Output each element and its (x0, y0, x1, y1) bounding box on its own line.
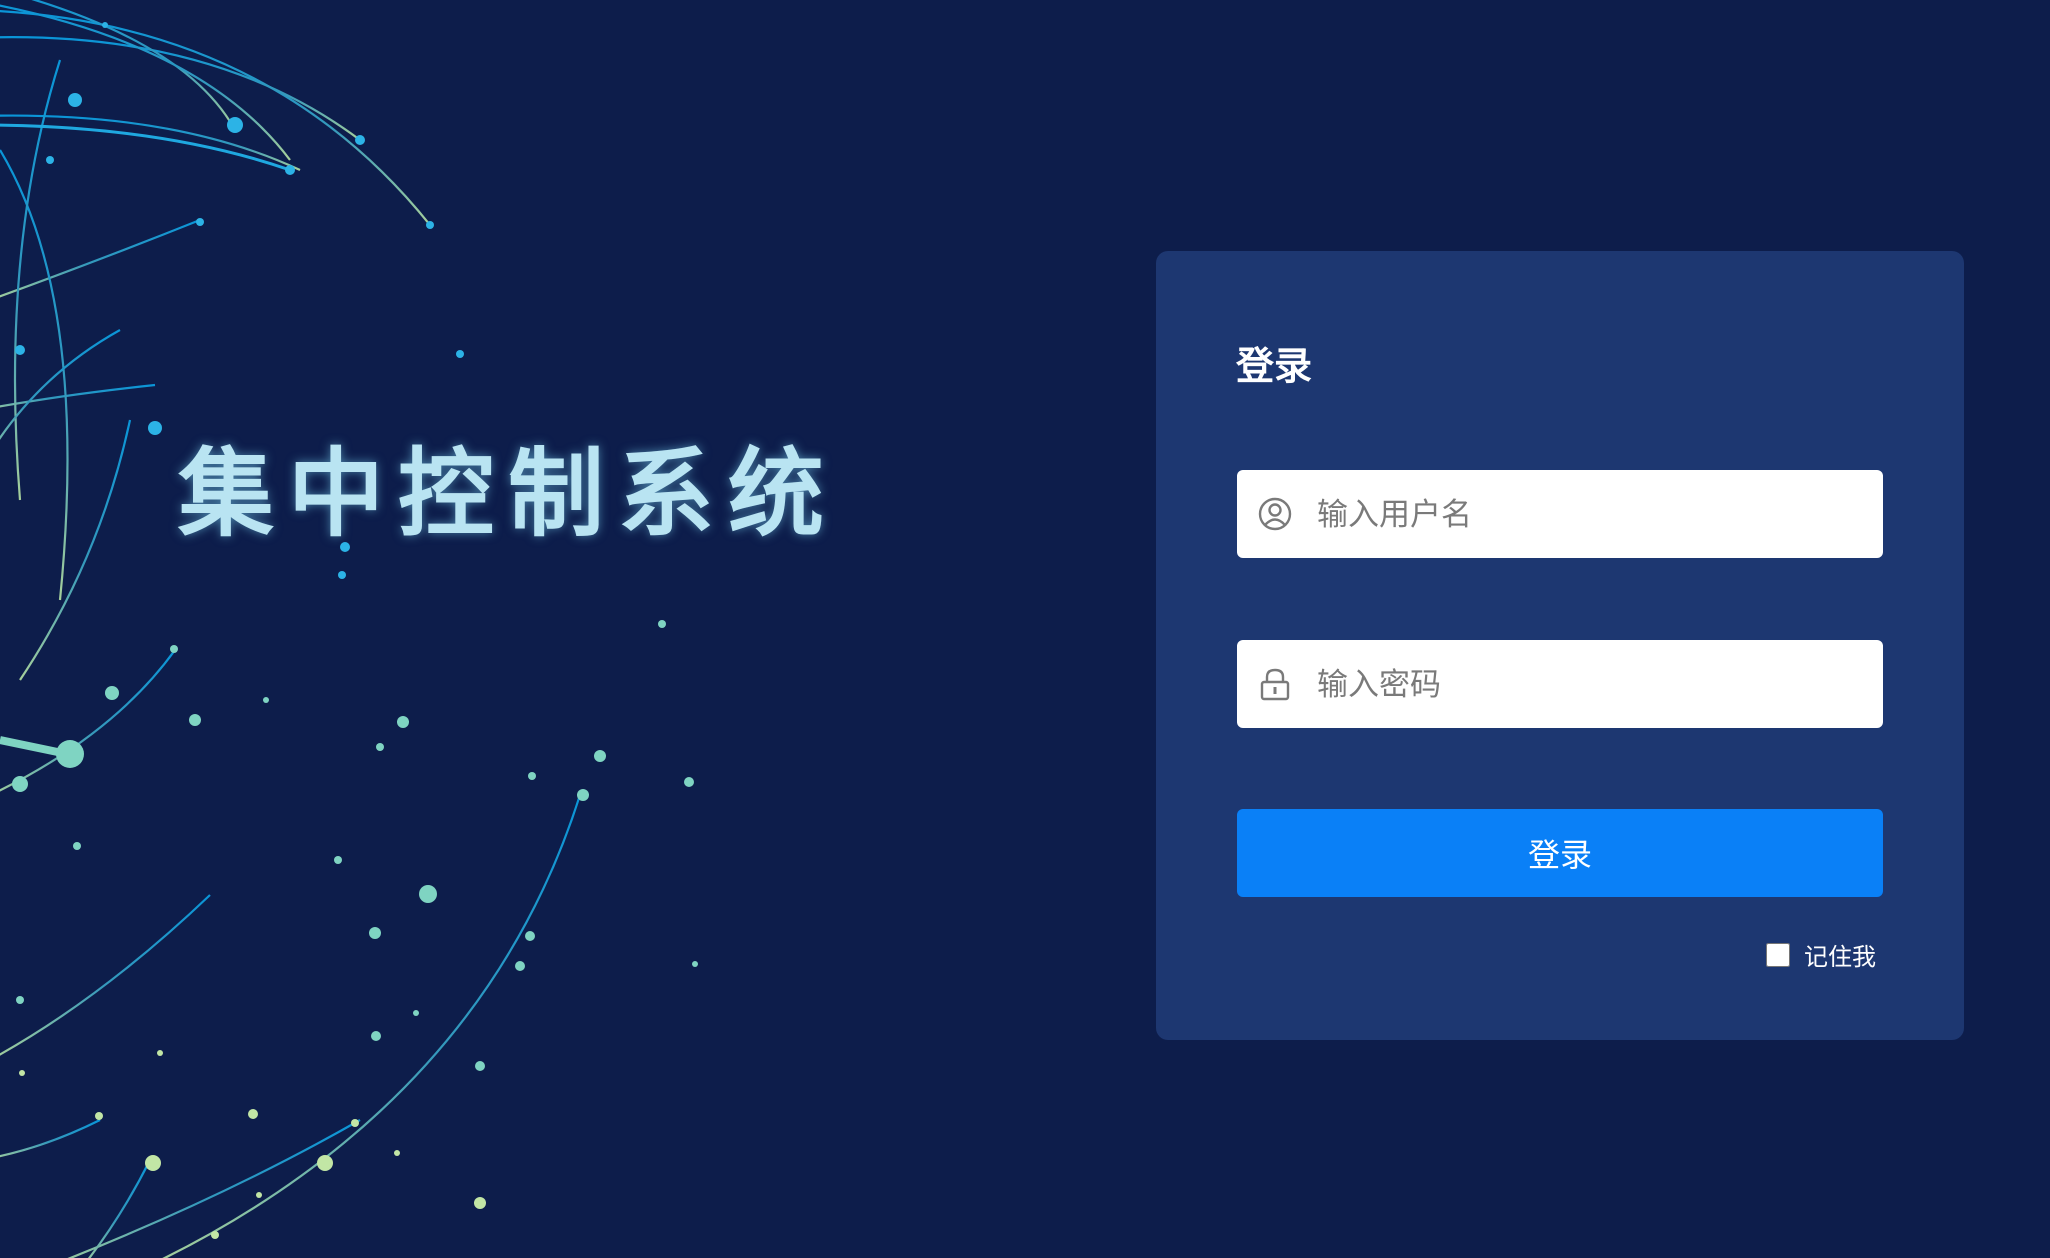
user-circle-icon (1258, 497, 1292, 531)
username-input[interactable] (1315, 470, 1869, 560)
login-page: 集中控制系统 登录 登录 记住我 (0, 0, 2050, 1258)
remember-me-label[interactable]: 记住我 (1804, 937, 1876, 972)
password-field-wrapper[interactable] (1237, 640, 1883, 730)
username-field-wrapper[interactable] (1237, 470, 1883, 560)
login-heading: 登录 (1236, 344, 1313, 388)
remember-me-checkbox[interactable] (1766, 942, 1790, 967)
remember-me[interactable]: 记住我 (1766, 937, 1876, 972)
password-input[interactable] (1315, 640, 1869, 730)
login-button[interactable]: 登录 (1237, 809, 1883, 897)
lock-icon (1260, 668, 1290, 701)
system-title: 集中控制系统 (178, 438, 838, 550)
login-card: 登录 登录 记住我 (1156, 251, 1964, 1040)
